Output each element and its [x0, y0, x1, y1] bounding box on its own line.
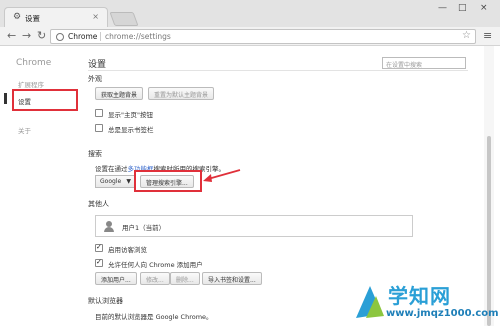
sidebar-title: Chrome	[16, 58, 52, 68]
gear-icon: ⚙	[13, 12, 22, 22]
add-user-button[interactable]: 添加用户...	[95, 272, 137, 285]
appearance-heading: 外观	[88, 75, 102, 83]
watermark-url: www.jmqz1000.com	[386, 308, 499, 319]
header-divider	[88, 70, 468, 71]
page-title: 设置	[88, 60, 107, 70]
avatar	[104, 221, 114, 232]
minimize-button[interactable]: —	[438, 3, 447, 13]
menu-icon[interactable]: ≡	[483, 29, 492, 42]
user-name: 用户1（当前）	[122, 224, 166, 232]
new-tab-button[interactable]	[109, 12, 139, 26]
bookmark-star-icon[interactable]: ☆	[462, 30, 471, 41]
sidebar-item-settings[interactable]: 设置	[12, 89, 78, 111]
address-scheme: Chrome	[68, 32, 98, 41]
search-engine-value: Google	[100, 178, 122, 185]
people-heading: 其他人	[88, 200, 109, 208]
sidebar-item-about[interactable]: 关于	[18, 125, 31, 135]
edit-user-button[interactable]: 修改...	[140, 272, 170, 285]
toolbar: ← → ↻ Chrome chrome://settings ☆ ≡	[0, 27, 500, 46]
watermark-logo-icon	[356, 286, 384, 318]
maximize-button[interactable]: □	[458, 3, 467, 13]
sidebar-active-marker	[4, 93, 7, 104]
watermark-text: 学知网	[388, 284, 451, 308]
show-bookmarks-label: 总是显示书签栏	[108, 126, 154, 134]
get-themes-button[interactable]: 获取主题背景	[95, 87, 144, 100]
allow-add-user-checkbox[interactable]	[95, 258, 103, 267]
manage-search-engines-button[interactable]: 管理搜索引擎...	[140, 175, 194, 188]
back-icon[interactable]: ←	[7, 29, 16, 42]
guest-browsing-label: 启用访客浏览	[108, 246, 147, 254]
delete-user-button[interactable]: 删除...	[170, 272, 200, 285]
show-home-checkbox[interactable]	[95, 109, 103, 117]
tab-settings[interactable]: ⚙ 设置 ×	[4, 7, 108, 27]
user-list[interactable]: 用户1（当前）	[95, 215, 413, 237]
show-home-label: 显示"主页"按钮	[108, 111, 153, 119]
search-engine-select[interactable]: Google ▼	[95, 175, 135, 188]
guest-browsing-checkbox[interactable]	[95, 243, 103, 252]
chevron-down-icon: ▼	[126, 178, 131, 185]
red-arrow-annotation	[203, 169, 241, 182]
reload-icon[interactable]: ↻	[37, 29, 46, 42]
search-desc-prefix: 设置在通过	[95, 165, 128, 173]
title-bar: ⚙ 设置 × — □ ×	[0, 0, 500, 27]
tab-close-icon[interactable]: ×	[92, 12, 99, 21]
reset-theme-button[interactable]: 重置为默认主题背景	[148, 87, 215, 100]
address-bar[interactable]: Chrome chrome://settings ☆	[50, 29, 476, 44]
forward-icon[interactable]: →	[22, 29, 31, 42]
tab-title: 设置	[25, 14, 40, 23]
address-url: chrome://settings	[105, 32, 171, 41]
default-browser-heading: 默认浏览器	[88, 297, 123, 305]
watermark: 学知网 www.jmqz1000.com	[348, 276, 499, 326]
sidebar-item-label: 设置	[18, 98, 31, 106]
show-bookmarks-checkbox[interactable]	[95, 124, 103, 132]
default-browser-desc: 目前的默认浏览器是 Google Chrome。	[95, 313, 213, 321]
allow-add-user-label: 允许任何人向 Chrome 添加用户	[108, 261, 203, 269]
close-window-button[interactable]: ×	[480, 3, 488, 13]
chrome-page-icon	[56, 33, 64, 41]
settings-search-input[interactable]: 在设置中搜索	[382, 57, 466, 69]
sidebar-item-extensions[interactable]: 扩展程序	[18, 79, 44, 89]
search-heading: 搜索	[88, 150, 102, 158]
import-bookmarks-button[interactable]: 导入书签和设置...	[202, 272, 262, 285]
address-divider	[100, 32, 101, 41]
